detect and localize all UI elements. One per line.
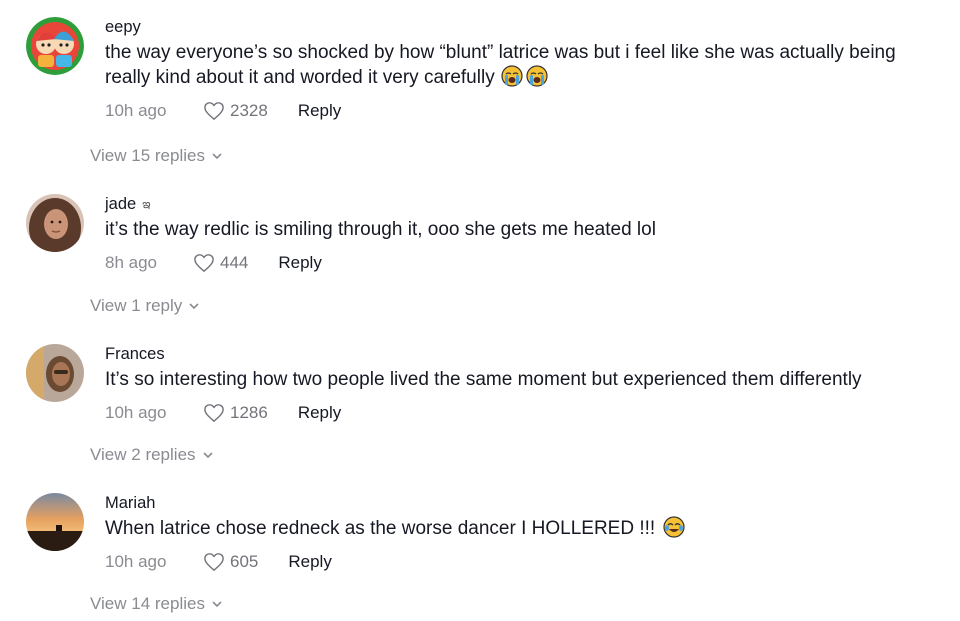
avatar-image xyxy=(26,17,84,75)
like-button[interactable]: 605 xyxy=(203,552,258,572)
chevron-down-icon xyxy=(202,452,213,459)
username-suffix: ఇ xyxy=(142,197,151,211)
username-text[interactable]: Frances xyxy=(105,344,165,364)
comment-text: It’s so interesting how two people lived… xyxy=(105,369,862,390)
comment-timestamp: 8h ago xyxy=(105,253,157,272)
comment-meta: 8h ago 444 Reply xyxy=(105,250,940,276)
reply-button[interactable]: Reply xyxy=(278,253,321,273)
comment-username[interactable]: eepy xyxy=(105,17,940,37)
chevron-down-icon xyxy=(212,601,222,608)
comment-meta: 10h ago 2328 Reply xyxy=(105,98,940,124)
like-button[interactable]: 2328 xyxy=(203,101,268,121)
heart-icon[interactable] xyxy=(203,552,225,572)
comment-body: jade ఇ it’s the way redlic is smiling th… xyxy=(105,194,940,276)
chevron-down-icon xyxy=(212,153,222,160)
heart-icon[interactable] xyxy=(193,253,215,273)
comment-body: Frances It’s so interesting how two peop… xyxy=(105,344,940,426)
view-replies-button[interactable]: View 15 replies xyxy=(90,146,223,166)
avatar[interactable] xyxy=(26,493,84,551)
view-replies-label: View 15 replies xyxy=(90,146,205,165)
like-count: 444 xyxy=(220,253,249,272)
comment-username[interactable]: jade ఇ xyxy=(105,194,940,214)
comment-body: Mariah When latrice chose redneck as the… xyxy=(105,493,940,575)
view-replies-button[interactable]: View 2 replies xyxy=(90,445,214,465)
reply-button[interactable]: Reply xyxy=(288,552,331,572)
comment-username[interactable]: Frances xyxy=(105,344,940,364)
loudly-crying-face-icon xyxy=(501,65,523,87)
avatar-image xyxy=(26,344,84,402)
like-button[interactable]: 444 xyxy=(193,253,248,273)
like-count: 2328 xyxy=(230,101,268,120)
view-replies-label: View 2 replies xyxy=(90,445,196,464)
view-replies-label: View 14 replies xyxy=(90,594,205,613)
avatar[interactable] xyxy=(26,194,84,252)
avatar[interactable] xyxy=(26,17,84,75)
comment-body: eepy the way everyone’s so shocked by ho… xyxy=(105,17,940,124)
heart-icon[interactable] xyxy=(203,101,225,121)
avatar-image xyxy=(26,194,84,252)
comment-timestamp: 10h ago xyxy=(105,403,167,422)
like-count: 1286 xyxy=(230,403,268,422)
reply-button[interactable]: Reply xyxy=(298,403,341,423)
avatar[interactable] xyxy=(26,344,84,402)
comment-text: it’s the way redlic is smiling through i… xyxy=(105,219,656,240)
username-text[interactable]: jade xyxy=(105,194,136,214)
comment-meta: 10h ago 605 Reply xyxy=(105,549,940,575)
comment-text-content: When latrice chose redneck as the worse … xyxy=(105,518,656,539)
avatar-image xyxy=(26,493,84,551)
view-replies-button[interactable]: View 14 replies xyxy=(90,594,223,614)
like-button[interactable]: 1286 xyxy=(203,403,268,423)
view-replies-label: View 1 reply xyxy=(90,296,183,315)
comment-text: When latrice chose redneck as the worse … xyxy=(105,516,940,541)
comment-text: the way everyone’s so shocked by how “bl… xyxy=(105,40,940,90)
view-replies-button[interactable]: View 1 reply xyxy=(90,296,200,316)
comment-timestamp: 10h ago xyxy=(105,101,167,120)
username-text[interactable]: eepy xyxy=(105,17,141,37)
face-with-tears-of-joy-icon xyxy=(663,516,685,538)
heart-icon[interactable] xyxy=(203,403,225,423)
comment-username[interactable]: Mariah xyxy=(105,493,940,513)
username-text[interactable]: Mariah xyxy=(105,493,155,513)
chevron-down-icon xyxy=(189,303,199,310)
reply-button[interactable]: Reply xyxy=(298,101,341,121)
comment-meta: 10h ago 1286 Reply xyxy=(105,400,940,426)
like-count: 605 xyxy=(230,552,259,571)
loudly-crying-face-icon xyxy=(526,65,548,87)
comment-timestamp: 10h ago xyxy=(105,552,167,571)
